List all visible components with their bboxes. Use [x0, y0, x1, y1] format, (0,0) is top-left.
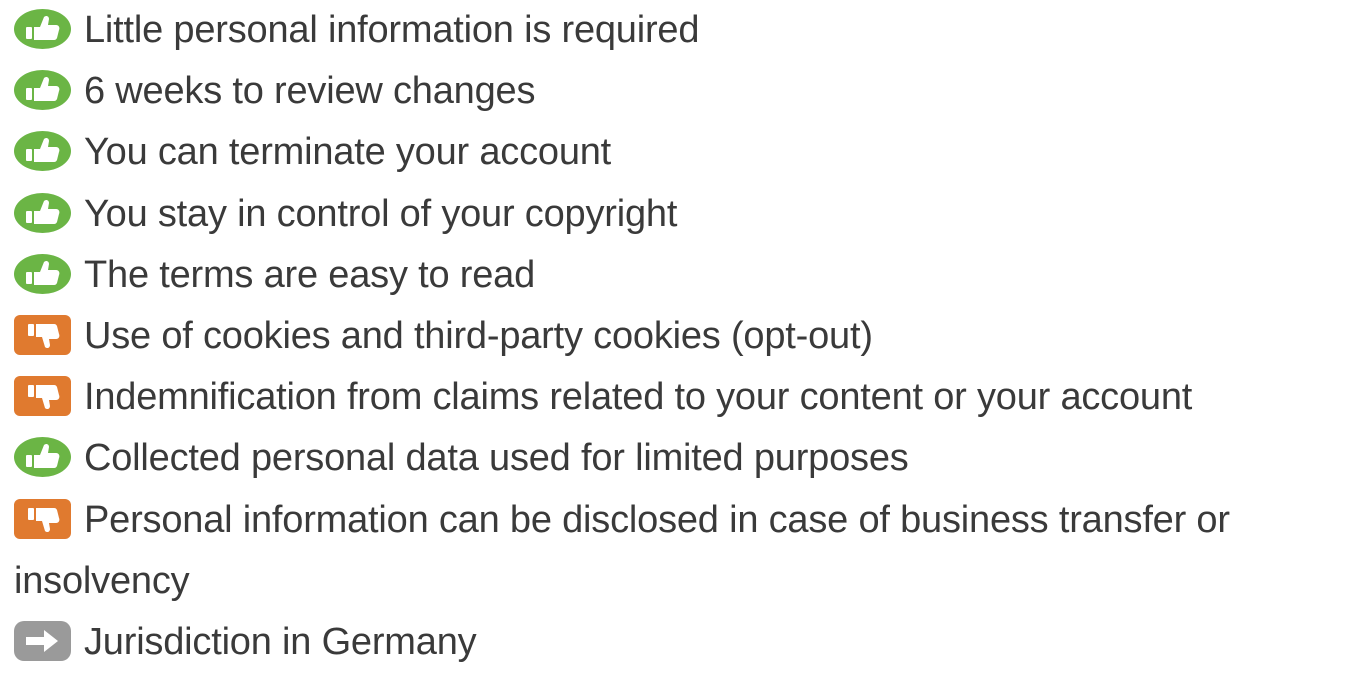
- item-text: Collected personal data used for limited…: [84, 437, 909, 480]
- terms-rating-list: Little personal information is required …: [14, 0, 1363, 673]
- item-text: The terms are easy to read: [84, 253, 536, 296]
- list-item: Indemnification from claims related to y…: [14, 367, 1363, 428]
- thumbs-up-icon: [14, 70, 71, 111]
- thumbs-up-icon: [14, 131, 71, 172]
- list-item: You can terminate your account: [14, 122, 1363, 183]
- item-text: Use of cookies and third-party cookies (…: [84, 315, 873, 358]
- item-text: Little personal information is required: [84, 9, 700, 51]
- thumbs-up-icon: [14, 253, 71, 294]
- thumbs-up-icon: [14, 437, 71, 478]
- list-item: Collected personal data used for limited…: [14, 428, 1363, 489]
- item-text: You can terminate your account: [84, 131, 612, 174]
- thumbs-up-icon: [14, 9, 71, 49]
- thumbs-down-icon: [14, 498, 71, 539]
- arrow-right-icon: [14, 621, 71, 662]
- thumbs-down-icon: [14, 376, 71, 417]
- list-item: Personal information can be disclosed in…: [14, 490, 1363, 612]
- item-text: You stay in control of your copyright: [84, 192, 678, 235]
- list-item: You stay in control of your copyright: [14, 184, 1363, 245]
- thumbs-up-icon: [14, 192, 71, 233]
- item-text: Jurisdiction in Germany: [84, 621, 477, 664]
- item-text: 6 weeks to review changes: [84, 70, 536, 113]
- list-item: Little personal information is required: [14, 0, 1363, 61]
- thumbs-down-icon: [14, 315, 71, 356]
- item-text: Indemnification from claims related to y…: [84, 376, 1193, 419]
- list-item: The terms are easy to read: [14, 245, 1363, 306]
- item-text: Personal information can be disclosed in…: [14, 498, 1230, 602]
- list-item: 6 weeks to review changes: [14, 61, 1363, 122]
- list-item: Use of cookies and third-party cookies (…: [14, 306, 1363, 367]
